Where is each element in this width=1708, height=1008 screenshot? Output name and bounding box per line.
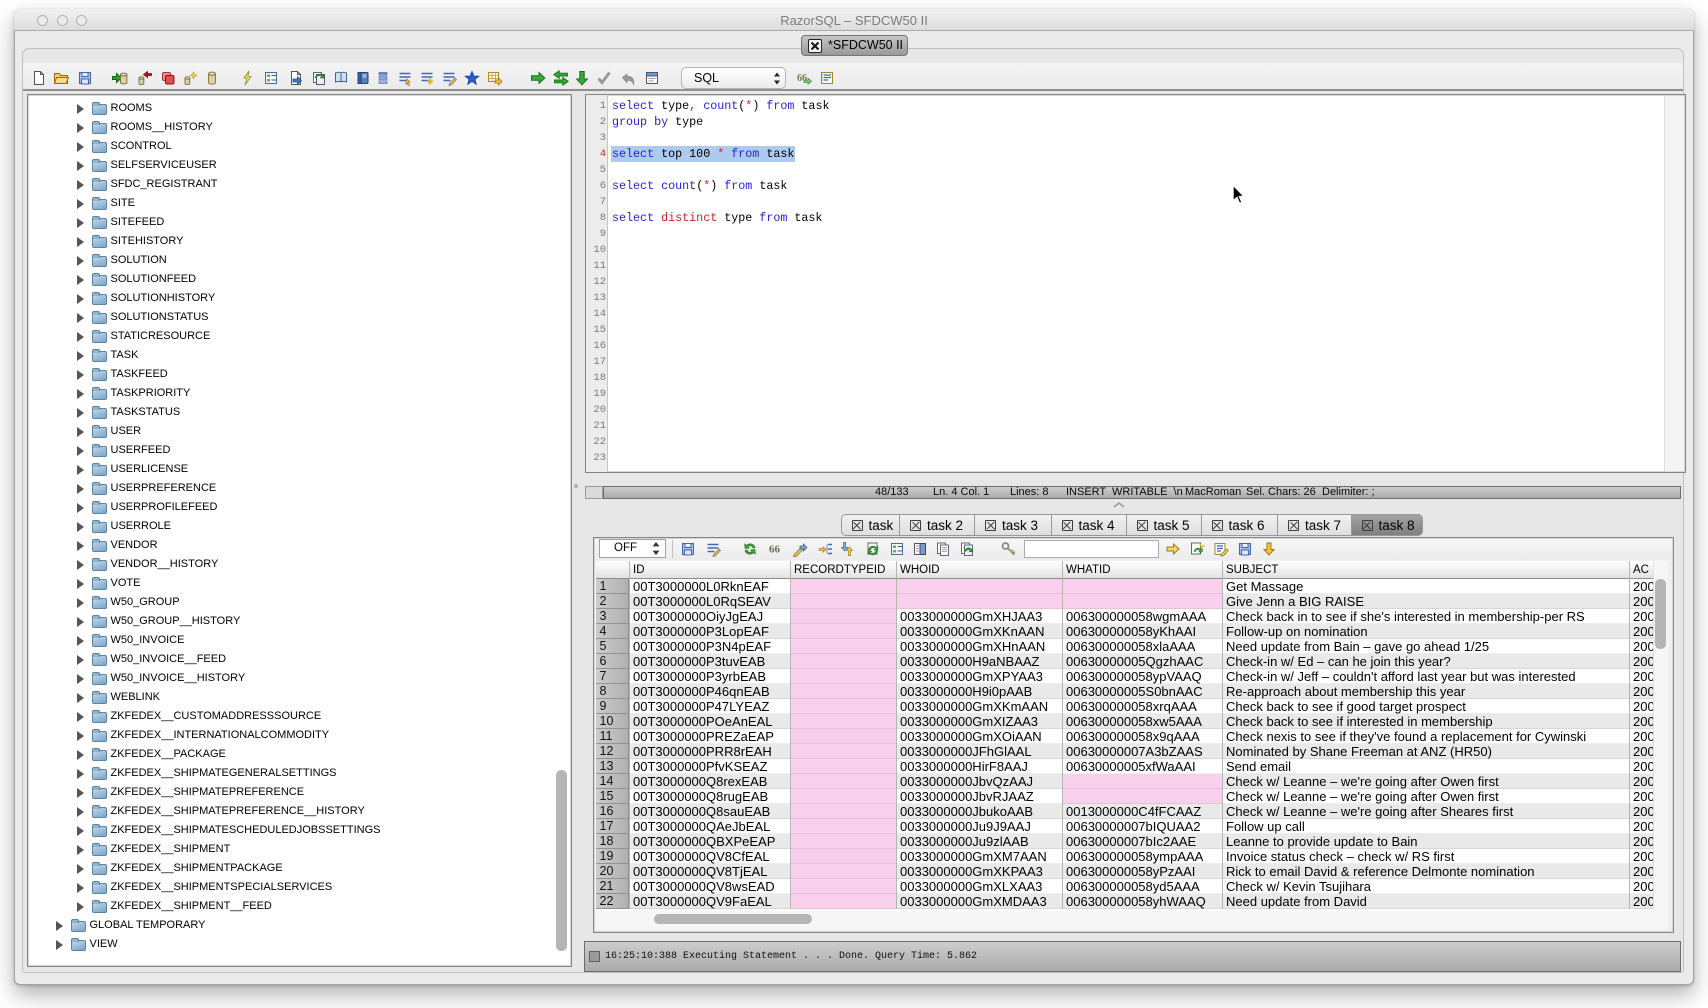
svg-text:66: 66 — [769, 544, 781, 556]
